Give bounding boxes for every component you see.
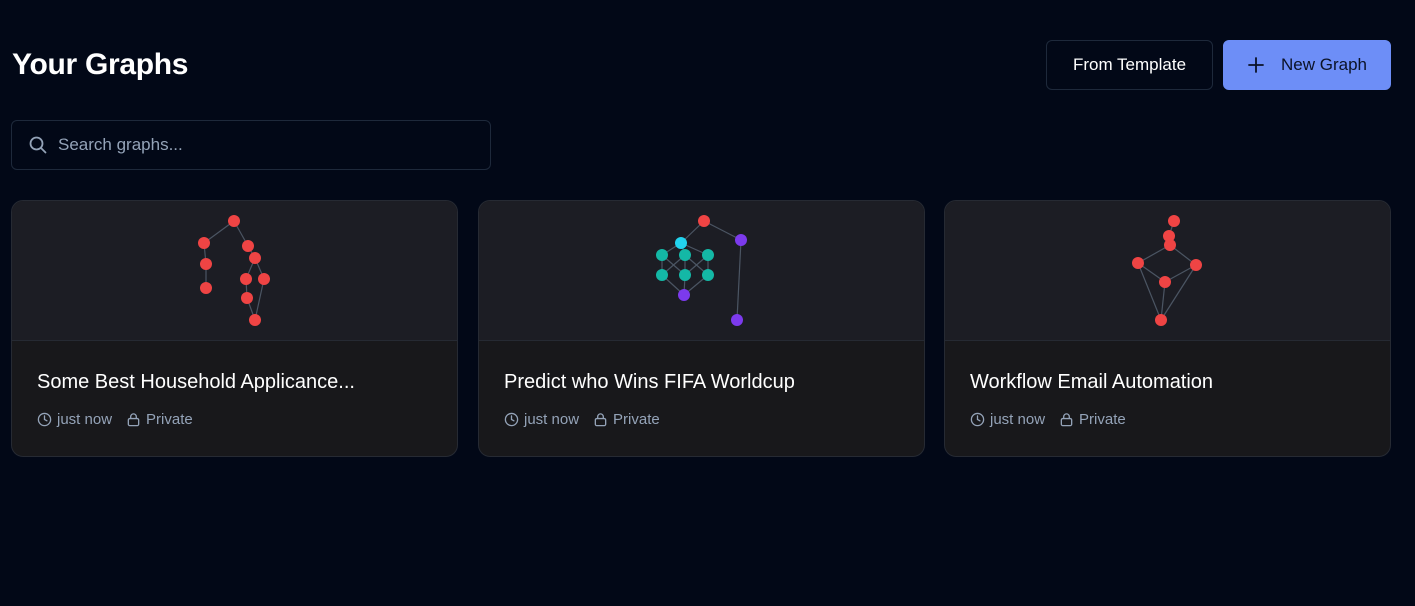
visibility-text: Private bbox=[1079, 411, 1126, 428]
new-graph-button[interactable]: New Graph bbox=[1223, 40, 1391, 90]
graph-title: Some Best Household Applicance... bbox=[37, 371, 355, 393]
graph-card[interactable]: Workflow Email Automation just now Priva… bbox=[944, 200, 1391, 457]
updated-text: just now bbox=[57, 411, 113, 428]
search-input[interactable] bbox=[58, 121, 490, 169]
updated-info: just now bbox=[37, 411, 112, 428]
page-title: Your Graphs bbox=[12, 48, 189, 81]
graph-card[interactable]: Predict who Wins FIFA Worldcup just now … bbox=[478, 200, 925, 457]
clock-icon bbox=[37, 412, 52, 427]
graph-preview bbox=[479, 201, 924, 341]
updated-info: just now bbox=[970, 411, 1045, 428]
graph-title: Workflow Email Automation bbox=[970, 371, 1214, 393]
updated-text: just now bbox=[524, 411, 580, 428]
visibility-info: Private bbox=[593, 411, 660, 428]
visibility-info: Private bbox=[126, 411, 193, 428]
graph-title: Predict who Wins FIFA Worldcup bbox=[504, 371, 795, 393]
clock-icon bbox=[504, 412, 519, 427]
lock-icon bbox=[594, 413, 607, 427]
updated-text: just now bbox=[990, 411, 1046, 428]
visibility-text: Private bbox=[146, 411, 193, 428]
visibility-info: Private bbox=[1059, 411, 1126, 428]
from-template-button[interactable]: From Template bbox=[1046, 40, 1213, 90]
new-graph-label: New Graph bbox=[1281, 55, 1367, 74]
graph-preview bbox=[945, 201, 1390, 341]
graph-thumbnail bbox=[1132, 215, 1202, 326]
graphs-page: Your Graphs From Template New Graph Sear… bbox=[0, 0, 1415, 606]
clock-icon bbox=[970, 412, 985, 427]
graph-meta: just now Private bbox=[504, 411, 674, 428]
lock-icon bbox=[1060, 413, 1073, 427]
plus-icon bbox=[1248, 57, 1264, 73]
graph-meta: just now Private bbox=[37, 411, 207, 428]
from-template-label: From Template bbox=[1072, 55, 1187, 74]
lock-icon bbox=[127, 413, 140, 427]
search-icon bbox=[29, 136, 47, 154]
updated-info: just now bbox=[504, 411, 579, 428]
graph-preview bbox=[12, 201, 457, 341]
visibility-text: Private bbox=[613, 411, 660, 428]
graph-thumbnail bbox=[198, 215, 270, 326]
graph-card[interactable]: Some Best Household Applicance... just n… bbox=[11, 200, 458, 457]
graph-meta: just now Private bbox=[970, 411, 1140, 428]
search-box bbox=[11, 120, 491, 170]
graph-thumbnail bbox=[656, 215, 747, 326]
